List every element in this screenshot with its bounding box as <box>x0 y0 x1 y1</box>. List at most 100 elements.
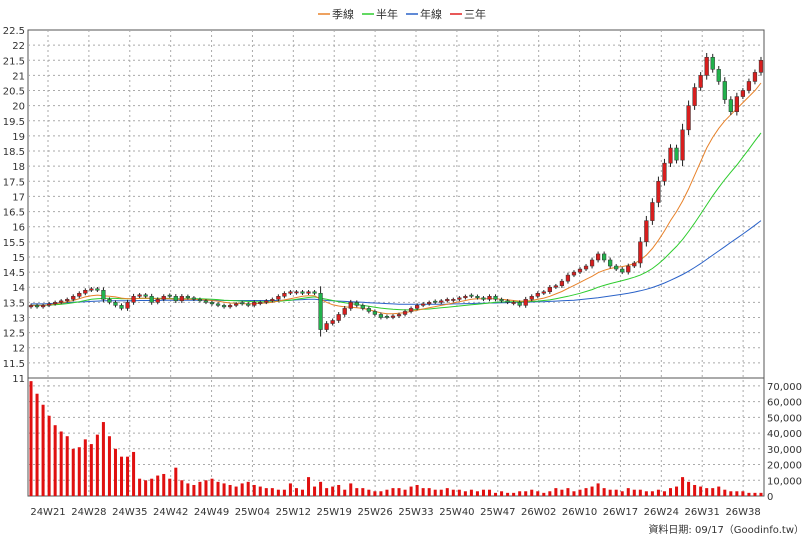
candle-body <box>227 305 233 308</box>
volume-bar <box>650 491 654 496</box>
x-tick-label: 26W24 <box>644 507 679 518</box>
candle-body <box>439 300 444 303</box>
volume-bar <box>421 488 425 496</box>
candle-body <box>209 302 215 305</box>
price-tick-label: 19 <box>12 132 25 143</box>
volume-bar <box>644 491 648 496</box>
volume-bar <box>240 483 244 496</box>
candle-body <box>246 303 251 306</box>
volume-bar <box>319 481 323 496</box>
volume-bar <box>548 491 552 496</box>
ma-half-line <box>31 132 762 311</box>
volume-bar <box>35 393 39 496</box>
volume-bar <box>457 489 461 496</box>
candle-body <box>716 69 721 82</box>
volume-bar <box>113 448 117 496</box>
candle-body <box>137 294 142 297</box>
volume-bar <box>313 486 317 496</box>
candle-body <box>113 302 118 306</box>
volume-bar <box>222 483 226 496</box>
candle-body <box>481 297 486 300</box>
volume-bar <box>337 484 341 496</box>
candle-body <box>240 302 245 305</box>
x-tick-label: 25W19 <box>317 507 352 518</box>
volume-bar <box>403 489 407 496</box>
candle-body <box>300 291 305 294</box>
candle-body <box>101 289 106 300</box>
x-tick-label: 26W38 <box>725 507 760 518</box>
candle-body <box>638 241 643 264</box>
candle-body <box>758 60 764 73</box>
x-tick-label: 24W21 <box>30 507 65 518</box>
candle-body <box>451 299 456 301</box>
candle-body <box>421 303 426 306</box>
x-tick-label: 25W26 <box>357 507 392 518</box>
candle-body <box>433 300 438 303</box>
candle-body <box>336 314 341 321</box>
candle-body <box>445 299 450 302</box>
candle-body <box>83 289 88 294</box>
volume-bar <box>518 491 522 496</box>
volume-bar <box>590 486 594 496</box>
volume-bar <box>560 489 564 496</box>
volume-bar <box>101 422 105 496</box>
volume-bar <box>132 451 136 496</box>
candle-body <box>77 293 82 297</box>
volume-bar <box>753 492 757 496</box>
volume-bar <box>120 456 124 496</box>
volume-bar <box>180 480 184 496</box>
price-tick-label: 22.5 <box>3 26 25 37</box>
volume-bar <box>59 431 63 496</box>
candle-body <box>427 302 432 305</box>
candle-body <box>608 259 613 267</box>
data-date-footer: 資料日期: 09/17（Goodinfo.tw） <box>648 523 804 536</box>
volume-bar <box>584 488 588 496</box>
volume-bar <box>331 486 335 496</box>
candle-body <box>312 291 317 294</box>
volume-bar <box>662 491 666 496</box>
volume-bar <box>656 489 660 496</box>
volume-bar <box>107 436 111 496</box>
volume-bar <box>150 478 154 496</box>
x-tick-label: 24W35 <box>112 507 147 518</box>
volume-bar <box>355 488 359 496</box>
x-tick-label: 26W17 <box>603 507 638 518</box>
legend-label-half: 半年 <box>376 7 398 21</box>
price-tick-label: 15 <box>12 253 25 264</box>
legend-label-quarter: 季線 <box>332 7 354 21</box>
legend-label-three-year: 三年 <box>464 7 486 21</box>
volume-bar <box>566 488 570 496</box>
candle-body <box>541 291 546 294</box>
candle-body <box>155 299 160 303</box>
candle-body <box>221 305 227 308</box>
candle-body <box>553 285 558 288</box>
candle-body <box>46 303 52 306</box>
volume-bar <box>186 483 190 496</box>
volume-bar <box>729 491 733 496</box>
volume-bar <box>47 415 51 496</box>
price-tick-label: 17.5 <box>3 177 25 188</box>
x-axis: 24W21 24W28 24W35 24W42 24W49 25W04 25W12 25W19… <box>30 507 760 518</box>
volume-bar <box>554 488 558 496</box>
volume-bar <box>536 491 540 496</box>
candle-body <box>614 265 619 270</box>
candle-body <box>53 302 58 305</box>
volume-tick-label: 70,000 <box>767 382 802 393</box>
volume-bar <box>451 489 455 496</box>
candle-body <box>390 315 396 318</box>
candle-body <box>40 305 46 308</box>
volume-tick-label: 40,000 <box>767 429 802 440</box>
candle-body <box>457 297 462 300</box>
candle-body <box>704 56 709 76</box>
volume-bar <box>77 447 81 496</box>
candle-body <box>378 314 384 318</box>
volume-bar <box>759 492 763 496</box>
volume-bar <box>596 483 600 496</box>
volume-bar <box>614 489 618 496</box>
price-tick-label: 13.5 <box>3 298 25 309</box>
volume-bar <box>681 477 685 496</box>
volume-bar <box>530 489 534 496</box>
volume-bar <box>481 489 485 496</box>
candle-body <box>571 271 577 276</box>
candle-body <box>734 96 739 112</box>
